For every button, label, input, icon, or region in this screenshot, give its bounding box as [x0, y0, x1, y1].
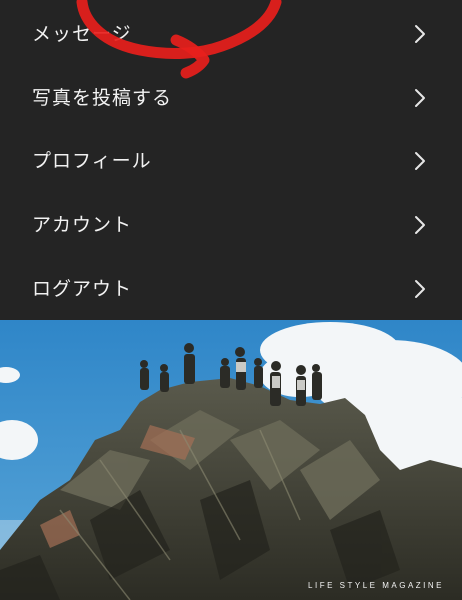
chevron-right-icon [415, 89, 425, 107]
side-menu: メッセージ 写真を投稿する プロフィール アカウント ログアウト [0, 0, 462, 320]
banner-photo-mountain-summit: LIFE STYLE MAGAZINE [0, 320, 462, 600]
menu-item-post-photo[interactable]: 写真を投稿する [0, 71, 462, 125]
magazine-caption: LIFE STYLE MAGAZINE [308, 581, 444, 590]
chevron-right-icon [415, 216, 425, 234]
menu-item-label: 写真を投稿する [32, 86, 173, 109]
menu-item-profile[interactable]: プロフィール [0, 134, 462, 188]
chevron-right-icon [415, 280, 425, 298]
menu-item-label: メッセージ [32, 22, 132, 45]
menu-item-account[interactable]: アカウント [0, 198, 462, 252]
chevron-right-icon [415, 152, 425, 170]
menu-item-label: ログアウト [32, 277, 133, 300]
menu-item-logout[interactable]: ログアウト [0, 262, 462, 316]
menu-item-label: プロフィール [32, 149, 152, 172]
app-screen: メッセージ 写真を投稿する プロフィール アカウント ログアウト LIFE ST… [0, 0, 462, 600]
chevron-right-icon [415, 25, 425, 43]
menu-item-label: アカウント [32, 213, 133, 236]
menu-item-messages[interactable]: メッセージ [0, 7, 462, 61]
